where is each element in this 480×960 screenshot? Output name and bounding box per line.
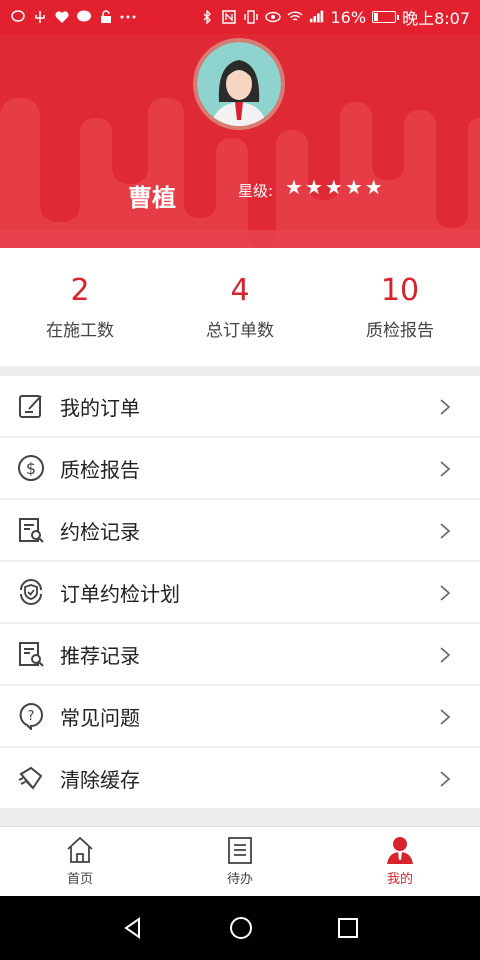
stat-total-orders[interactable]: 4 总订单数	[160, 248, 320, 366]
tab-home[interactable]: 首页	[0, 827, 160, 896]
menu-item-appointment-records[interactable]: 约检记录	[0, 500, 480, 562]
dollar-coin-icon: $	[16, 453, 46, 483]
stat-label: 总订单数	[206, 321, 274, 341]
chevron-right-icon	[440, 461, 451, 477]
bluetooth-icon	[199, 9, 215, 25]
stat-value: 2	[70, 273, 90, 308]
todo-list-icon	[228, 837, 252, 864]
svg-text:$: $	[26, 459, 36, 478]
lock-icon	[98, 9, 114, 25]
menu-item-inspection-reports[interactable]: $ 质检报告	[0, 438, 480, 500]
message-icon	[76, 9, 92, 25]
user-avatar[interactable]	[193, 38, 285, 130]
wifi-icon	[287, 9, 303, 25]
chevron-right-icon	[440, 647, 451, 663]
profile-screen: 16% 晚上8:07 曹植 星级: ★ ★ ★ ★ ★ 2 在施工数 4 总订单…	[0, 0, 480, 960]
star-rating: ★ ★ ★ ★ ★	[285, 175, 383, 199]
edit-icon	[16, 391, 46, 421]
tab-label: 我的	[386, 872, 413, 887]
menu-item-label: 我的订单	[60, 395, 140, 420]
user-name: 曹植	[128, 184, 176, 212]
menu-item-label: 订单约检计划	[60, 581, 180, 606]
user-icon	[387, 837, 413, 864]
more-dots-icon	[120, 9, 136, 25]
star-icon: ★	[304, 175, 323, 199]
chevron-right-icon	[440, 771, 451, 787]
status-time: 晚上8:07	[402, 9, 470, 28]
system-navigation-bar	[0, 896, 480, 960]
tab-label: 待办	[226, 872, 253, 887]
broom-icon	[16, 763, 46, 793]
chevron-right-icon	[440, 585, 451, 601]
stat-in-construction[interactable]: 2 在施工数	[0, 248, 160, 366]
menu-item-faq[interactable]: ? 常见问题	[0, 686, 480, 748]
status-left-icons	[10, 9, 136, 25]
status-bar: 16% 晚上8:07	[0, 0, 480, 34]
tab-mine[interactable]: 我的	[320, 827, 480, 896]
home-circle-icon[interactable]	[228, 915, 254, 941]
menu-item-clear-cache[interactable]: 清除缓存	[0, 748, 480, 810]
stat-value: 4	[230, 273, 250, 308]
heart-icon	[54, 9, 70, 25]
female-avatar-icon	[197, 42, 281, 126]
stat-inspection-reports[interactable]: 10 质检报告	[320, 248, 480, 366]
tab-todo[interactable]: 待办	[160, 827, 320, 896]
bottom-tab-bar: 首页 待办 我的	[0, 826, 480, 896]
star-icon: ★	[285, 175, 303, 199]
document-search-icon	[16, 639, 46, 669]
stat-value: 10	[380, 273, 420, 308]
document-search-icon	[16, 515, 46, 545]
shield-check-icon	[16, 577, 46, 607]
vibrate-icon	[243, 9, 259, 25]
eye-icon	[264, 9, 281, 25]
menu-item-referral-records[interactable]: 推荐记录	[0, 624, 480, 686]
menu-item-label: 推荐记录	[60, 643, 140, 668]
star-level-label: 星级:	[238, 182, 274, 200]
tab-label: 首页	[66, 872, 93, 887]
profile-header: 曹植 星级: ★ ★ ★ ★ ★	[0, 34, 480, 248]
home-icon	[67, 836, 93, 863]
chevron-right-icon	[440, 399, 451, 415]
stats-panel: 2 在施工数 4 总订单数 10 质检报告	[0, 248, 480, 366]
battery-icon	[372, 11, 400, 23]
status-right-icons: 16% 晚上8:07	[199, 5, 470, 29]
star-icon: ★	[344, 175, 363, 199]
menu-item-label: 质检报告	[60, 457, 140, 482]
menu-item-label: 常见问题	[60, 705, 140, 730]
svg-text:?: ?	[28, 709, 35, 724]
chevron-right-icon	[440, 523, 451, 539]
profile-menu: 我的订单 $ 质检报告 约检记录 订单约检计划 推荐记录 ? 常见问题 清除缓存	[0, 376, 480, 810]
recents-square-icon[interactable]	[337, 917, 359, 939]
nfc-icon	[221, 9, 237, 25]
signal-icon	[309, 9, 325, 25]
usb-icon	[32, 9, 48, 25]
menu-item-label: 清除缓存	[60, 767, 140, 792]
question-bubble-icon: ?	[16, 701, 46, 731]
battery-percent: 16%	[330, 7, 367, 27]
menu-item-inspection-plan[interactable]: 订单约检计划	[0, 562, 480, 624]
chevron-right-icon	[440, 709, 451, 725]
back-icon[interactable]	[121, 916, 145, 940]
chat-bubble-icon	[10, 9, 26, 25]
stat-label: 质检报告	[366, 321, 434, 341]
stat-label: 在施工数	[46, 321, 114, 341]
star-icon: ★	[364, 175, 383, 199]
star-icon: ★	[324, 175, 343, 199]
menu-item-my-orders[interactable]: 我的订单	[0, 376, 480, 438]
menu-item-label: 约检记录	[60, 519, 140, 544]
